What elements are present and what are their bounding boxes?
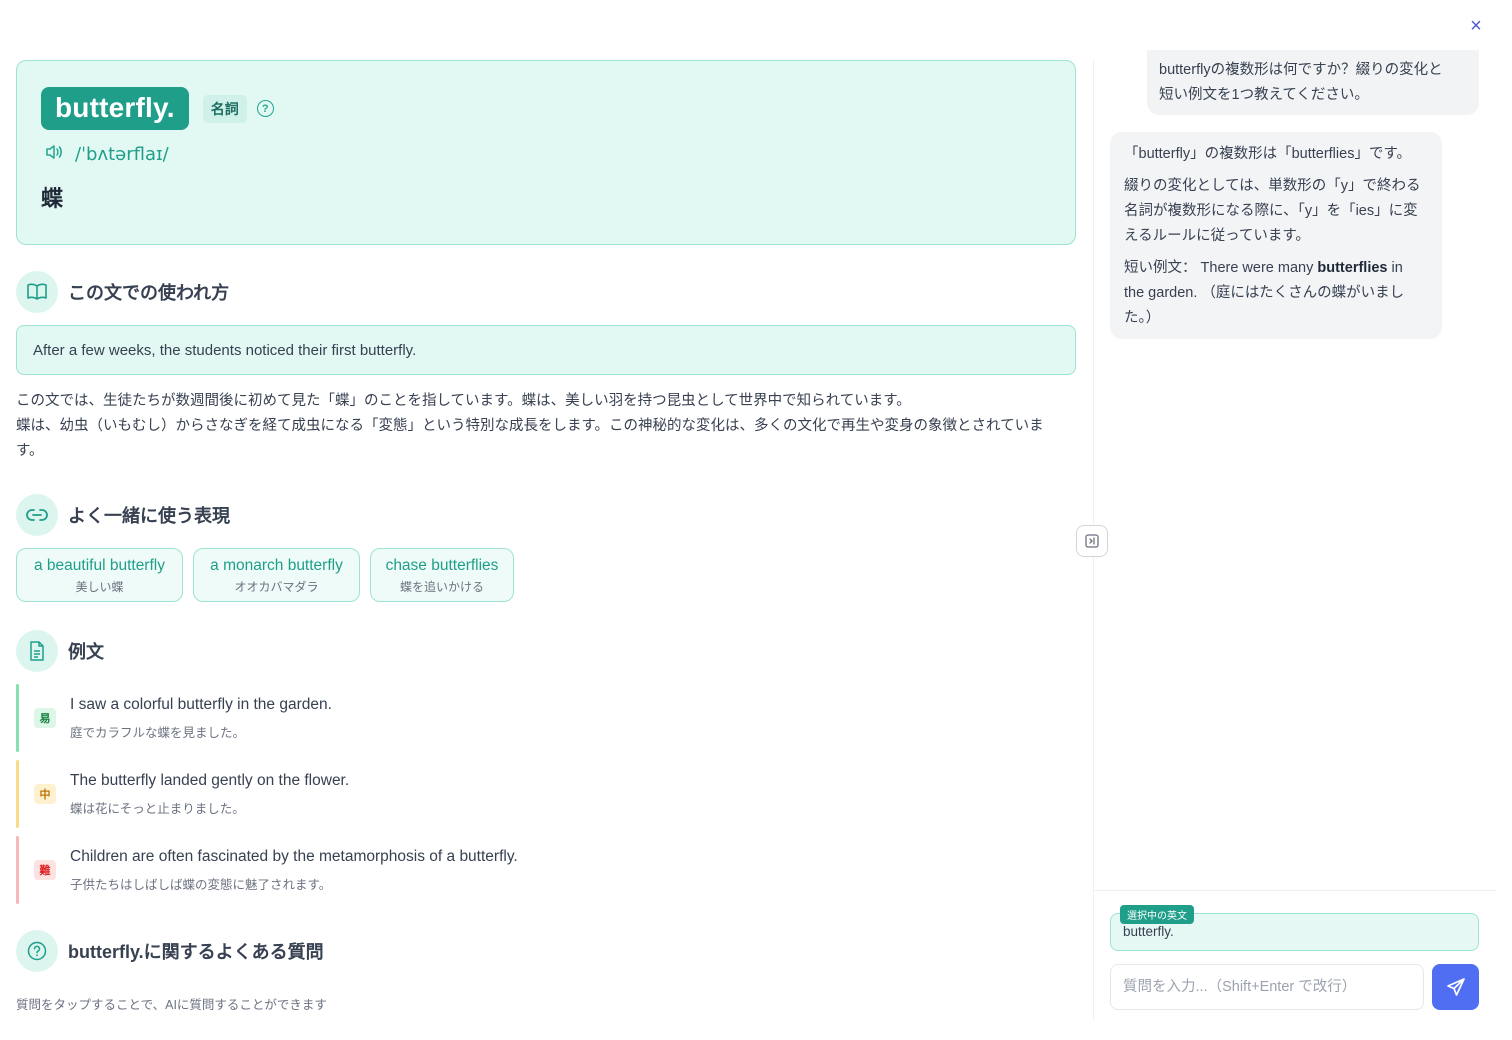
book-icon xyxy=(16,271,58,313)
question-input[interactable] xyxy=(1110,964,1424,1010)
collocations-section-header: よく一緒に使う表現 xyxy=(16,494,1076,536)
level-bar xyxy=(16,684,19,752)
level-bar xyxy=(16,760,19,828)
examples-section-title: 例文 xyxy=(68,642,104,662)
example-english: I saw a colorful butterfly in the garden… xyxy=(70,695,332,713)
selected-sentence-text: butterfly. xyxy=(1123,924,1174,939)
word-card: butterfly. 名詞 ? /ˈbʌtərflaɪ/ 蝶 xyxy=(16,60,1076,245)
part-of-speech-tag: 名詞 xyxy=(202,94,247,123)
panel-toggle-icon xyxy=(1085,534,1099,548)
example-english: Children are often fascinated by the met… xyxy=(70,847,518,865)
help-icon[interactable]: ? xyxy=(256,100,274,117)
context-sentence: After a few weeks, the students noticed … xyxy=(16,325,1076,375)
level-badge-hard: 難 xyxy=(34,860,56,880)
faq-section-header: butterfly.に関するよくある質問 xyxy=(16,930,1076,972)
link-icon xyxy=(16,494,58,536)
collocations-section-title: よく一緒に使う表現 xyxy=(68,506,230,526)
example-japanese: 庭でカラフルな蝶を見ました。 xyxy=(70,725,246,740)
example-item[interactable]: 難 Children are often fascinated by the m… xyxy=(16,836,1076,904)
example-list: 易 I saw a colorful butterfly in the gard… xyxy=(16,684,1076,904)
level-badge-easy: 易 xyxy=(34,708,56,728)
example-english: The butterfly landed gently on the flowe… xyxy=(70,771,350,789)
example-japanese: 子供たちはしばしば蝶の変態に魅了されます。 xyxy=(70,877,332,892)
collapse-panel-button[interactable] xyxy=(1076,525,1108,557)
question-icon xyxy=(16,930,58,972)
faq-note: 質問をタップすることで、AIに質問することができます xyxy=(16,998,327,1012)
ai-message: 「butterfly」の複数形は「butterflies」です。 綴りの変化とし… xyxy=(1110,132,1442,339)
selected-sentence-label: 選択中の英文 xyxy=(1120,905,1194,924)
level-badge-medium: 中 xyxy=(34,784,56,804)
usage-section-header: この文での使われ方 xyxy=(16,271,1076,313)
headword: butterfly. xyxy=(41,87,189,130)
collocation-list: a beautiful butterfly 美しい蝶 a monarch but… xyxy=(16,548,1076,602)
speaker-icon[interactable] xyxy=(45,144,63,165)
pronunciation: /ˈbʌtərflaɪ/ xyxy=(75,144,169,165)
collocation-chip[interactable]: a beautiful butterfly 美しい蝶 xyxy=(16,548,183,602)
example-item[interactable]: 易 I saw a colorful butterfly in the gard… xyxy=(16,684,1076,752)
level-bar xyxy=(16,836,19,904)
close-icon: × xyxy=(1470,14,1482,37)
word-detail-pane: butterfly. 名詞 ? /ˈbʌtərflaɪ/ 蝶 この文での使われ方… xyxy=(16,60,1076,1030)
send-icon xyxy=(1446,978,1465,996)
example-item[interactable]: 中 The butterfly landed gently on the flo… xyxy=(16,760,1076,828)
collocation-chip[interactable]: chase butterflies 蝶を追いかける xyxy=(370,548,514,602)
document-icon xyxy=(16,630,58,672)
examples-section-header: 例文 xyxy=(16,630,1076,672)
usage-section-title: この文での使われ方 xyxy=(68,283,230,303)
faq-section-title: butterfly.に関するよくある質問 xyxy=(68,942,324,962)
usage-description: この文では、生徒たちが数週間後に初めて見た「蝶」のことを指しています。蝶は、美し… xyxy=(16,393,1044,459)
chat-input-separator xyxy=(1094,890,1496,891)
user-message: butterflyの複数形は何ですか？綴りの変化と 短い例文を1つ教えてください… xyxy=(1147,50,1479,115)
word-meaning: 蝶 xyxy=(41,186,64,211)
example-japanese: 蝶は花にそっと止まりました。 xyxy=(70,801,245,816)
close-button[interactable]: × xyxy=(1464,14,1488,38)
send-button[interactable] xyxy=(1432,964,1479,1010)
collocation-chip[interactable]: a monarch butterfly オオカバマダラ xyxy=(193,548,360,602)
